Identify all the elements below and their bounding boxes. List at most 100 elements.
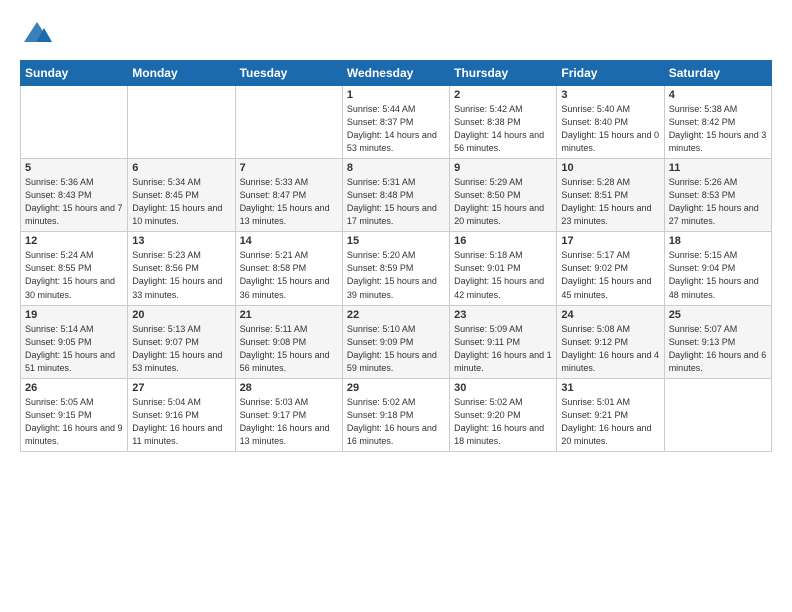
calendar-week-row: 12 Sunrise: 5:24 AM Sunset: 8:55 PM Dayli… <box>21 232 772 305</box>
calendar-cell: 1 Sunrise: 5:44 AM Sunset: 8:37 PM Daylig… <box>342 86 449 159</box>
day-number: 4 <box>669 89 767 101</box>
day-number: 11 <box>669 162 767 174</box>
calendar-cell: 29 Sunrise: 5:02 AM Sunset: 9:18 PM Dayli… <box>342 378 449 451</box>
calendar-table: SundayMondayTuesdayWednesdayThursdayFrid… <box>20 60 772 452</box>
calendar-cell <box>235 86 342 159</box>
day-number: 6 <box>132 162 230 174</box>
calendar-cell: 4 Sunrise: 5:38 AM Sunset: 8:42 PM Daylig… <box>664 86 771 159</box>
calendar-day-header: Friday <box>557 61 664 86</box>
day-info: Sunrise: 5:36 AM Sunset: 8:43 PM Dayligh… <box>25 176 123 228</box>
calendar-cell <box>664 378 771 451</box>
day-info: Sunrise: 5:02 AM Sunset: 9:18 PM Dayligh… <box>347 396 445 448</box>
day-number: 31 <box>561 382 659 394</box>
day-number: 3 <box>561 89 659 101</box>
logo <box>20 20 52 48</box>
day-info: Sunrise: 5:09 AM Sunset: 9:11 PM Dayligh… <box>454 323 552 375</box>
calendar-cell: 25 Sunrise: 5:07 AM Sunset: 9:13 PM Dayli… <box>664 305 771 378</box>
day-number: 26 <box>25 382 123 394</box>
calendar-cell: 30 Sunrise: 5:02 AM Sunset: 9:20 PM Dayli… <box>450 378 557 451</box>
calendar-cell: 12 Sunrise: 5:24 AM Sunset: 8:55 PM Dayli… <box>21 232 128 305</box>
day-info: Sunrise: 5:29 AM Sunset: 8:50 PM Dayligh… <box>454 176 552 228</box>
day-info: Sunrise: 5:23 AM Sunset: 8:56 PM Dayligh… <box>132 249 230 301</box>
day-info: Sunrise: 5:05 AM Sunset: 9:15 PM Dayligh… <box>25 396 123 448</box>
day-number: 30 <box>454 382 552 394</box>
calendar-cell: 18 Sunrise: 5:15 AM Sunset: 9:04 PM Dayli… <box>664 232 771 305</box>
calendar-week-row: 19 Sunrise: 5:14 AM Sunset: 9:05 PM Dayli… <box>21 305 772 378</box>
day-info: Sunrise: 5:04 AM Sunset: 9:16 PM Dayligh… <box>132 396 230 448</box>
page: SundayMondayTuesdayWednesdayThursdayFrid… <box>0 0 792 462</box>
day-info: Sunrise: 5:07 AM Sunset: 9:13 PM Dayligh… <box>669 323 767 375</box>
day-number: 12 <box>25 235 123 247</box>
day-info: Sunrise: 5:21 AM Sunset: 8:58 PM Dayligh… <box>240 249 338 301</box>
calendar-cell: 13 Sunrise: 5:23 AM Sunset: 8:56 PM Dayli… <box>128 232 235 305</box>
calendar-week-row: 5 Sunrise: 5:36 AM Sunset: 8:43 PM Daylig… <box>21 159 772 232</box>
calendar-cell: 27Sunrise: 5:04 AM Sunset: 9:16 PM Dayli… <box>128 378 235 451</box>
day-info: Sunrise: 5:03 AM Sunset: 9:17 PM Dayligh… <box>240 396 338 448</box>
day-number: 1 <box>347 89 445 101</box>
calendar-day-header: Wednesday <box>342 61 449 86</box>
day-number: 15 <box>347 235 445 247</box>
calendar-cell: 14 Sunrise: 5:21 AM Sunset: 8:58 PM Dayli… <box>235 232 342 305</box>
day-number: 9 <box>454 162 552 174</box>
calendar-cell: 15Sunrise: 5:20 AM Sunset: 8:59 PM Dayli… <box>342 232 449 305</box>
day-info: Sunrise: 5:02 AM Sunset: 9:20 PM Dayligh… <box>454 396 552 448</box>
calendar-cell: 9 Sunrise: 5:29 AM Sunset: 8:50 PM Daylig… <box>450 159 557 232</box>
calendar-cell: 6 Sunrise: 5:34 AM Sunset: 8:45 PM Daylig… <box>128 159 235 232</box>
calendar-cell: 26 Sunrise: 5:05 AM Sunset: 9:15 PM Dayli… <box>21 378 128 451</box>
calendar-cell: 21 Sunrise: 5:11 AM Sunset: 9:08 PM Dayli… <box>235 305 342 378</box>
calendar-cell: 16 Sunrise: 5:18 AM Sunset: 9:01 PM Dayli… <box>450 232 557 305</box>
day-info: Sunrise: 5:18 AM Sunset: 9:01 PM Dayligh… <box>454 249 552 301</box>
day-number: 19 <box>25 309 123 321</box>
day-info: Sunrise: 5:11 AM Sunset: 9:08 PM Dayligh… <box>240 323 338 375</box>
day-info: Sunrise: 5:38 AM Sunset: 8:42 PM Dayligh… <box>669 103 767 155</box>
day-info: Sunrise: 5:42 AM Sunset: 8:38 PM Dayligh… <box>454 103 552 155</box>
day-number: 10 <box>561 162 659 174</box>
day-number: 8 <box>347 162 445 174</box>
calendar-header-row: SundayMondayTuesdayWednesdayThursdayFrid… <box>21 61 772 86</box>
day-info: Sunrise: 5:13 AM Sunset: 9:07 PM Dayligh… <box>132 323 230 375</box>
day-info: Sunrise: 5:17 AM Sunset: 9:02 PM Dayligh… <box>561 249 659 301</box>
calendar-cell: 28 Sunrise: 5:03 AM Sunset: 9:17 PM Dayli… <box>235 378 342 451</box>
day-info: Sunrise: 5:15 AM Sunset: 9:04 PM Dayligh… <box>669 249 767 301</box>
day-info: Sunrise: 5:10 AM Sunset: 9:09 PM Dayligh… <box>347 323 445 375</box>
calendar-cell: 7Sunrise: 5:33 AM Sunset: 8:47 PM Daylig… <box>235 159 342 232</box>
day-number: 16 <box>454 235 552 247</box>
logo-icon <box>22 20 52 48</box>
day-number: 17 <box>561 235 659 247</box>
day-info: Sunrise: 5:33 AM Sunset: 8:47 PM Dayligh… <box>240 176 338 228</box>
calendar-cell: 17 Sunrise: 5:17 AM Sunset: 9:02 PM Dayli… <box>557 232 664 305</box>
day-info: Sunrise: 5:24 AM Sunset: 8:55 PM Dayligh… <box>25 249 123 301</box>
day-number: 28 <box>240 382 338 394</box>
day-info: Sunrise: 5:31 AM Sunset: 8:48 PM Dayligh… <box>347 176 445 228</box>
calendar-cell: 23 Sunrise: 5:09 AM Sunset: 9:11 PM Dayli… <box>450 305 557 378</box>
calendar-cell: 19 Sunrise: 5:14 AM Sunset: 9:05 PM Dayli… <box>21 305 128 378</box>
day-number: 20 <box>132 309 230 321</box>
day-number: 14 <box>240 235 338 247</box>
day-info: Sunrise: 5:26 AM Sunset: 8:53 PM Dayligh… <box>669 176 767 228</box>
day-number: 21 <box>240 309 338 321</box>
day-number: 23 <box>454 309 552 321</box>
calendar-cell: 24Sunrise: 5:08 AM Sunset: 9:12 PM Dayli… <box>557 305 664 378</box>
day-info: Sunrise: 5:40 AM Sunset: 8:40 PM Dayligh… <box>561 103 659 155</box>
day-info: Sunrise: 5:14 AM Sunset: 9:05 PM Dayligh… <box>25 323 123 375</box>
calendar-day-header: Thursday <box>450 61 557 86</box>
day-number: 18 <box>669 235 767 247</box>
day-number: 2 <box>454 89 552 101</box>
calendar-cell: 8 Sunrise: 5:31 AM Sunset: 8:48 PM Daylig… <box>342 159 449 232</box>
day-number: 5 <box>25 162 123 174</box>
calendar-cell: 20 Sunrise: 5:13 AM Sunset: 9:07 PM Dayli… <box>128 305 235 378</box>
day-info: Sunrise: 5:44 AM Sunset: 8:37 PM Dayligh… <box>347 103 445 155</box>
day-info: Sunrise: 5:28 AM Sunset: 8:51 PM Dayligh… <box>561 176 659 228</box>
day-number: 29 <box>347 382 445 394</box>
day-number: 13 <box>132 235 230 247</box>
calendar-cell: 5 Sunrise: 5:36 AM Sunset: 8:43 PM Daylig… <box>21 159 128 232</box>
day-number: 22 <box>347 309 445 321</box>
day-number: 25 <box>669 309 767 321</box>
calendar-day-header: Sunday <box>21 61 128 86</box>
calendar-cell: 31Sunrise: 5:01 AM Sunset: 9:21 PM Dayli… <box>557 378 664 451</box>
calendar-cell: 22 Sunrise: 5:10 AM Sunset: 9:09 PM Dayli… <box>342 305 449 378</box>
calendar-cell: 2 Sunrise: 5:42 AM Sunset: 8:38 PM Daylig… <box>450 86 557 159</box>
day-info: Sunrise: 5:34 AM Sunset: 8:45 PM Dayligh… <box>132 176 230 228</box>
calendar-cell: 11 Sunrise: 5:26 AM Sunset: 8:53 PM Dayli… <box>664 159 771 232</box>
calendar-day-header: Monday <box>128 61 235 86</box>
